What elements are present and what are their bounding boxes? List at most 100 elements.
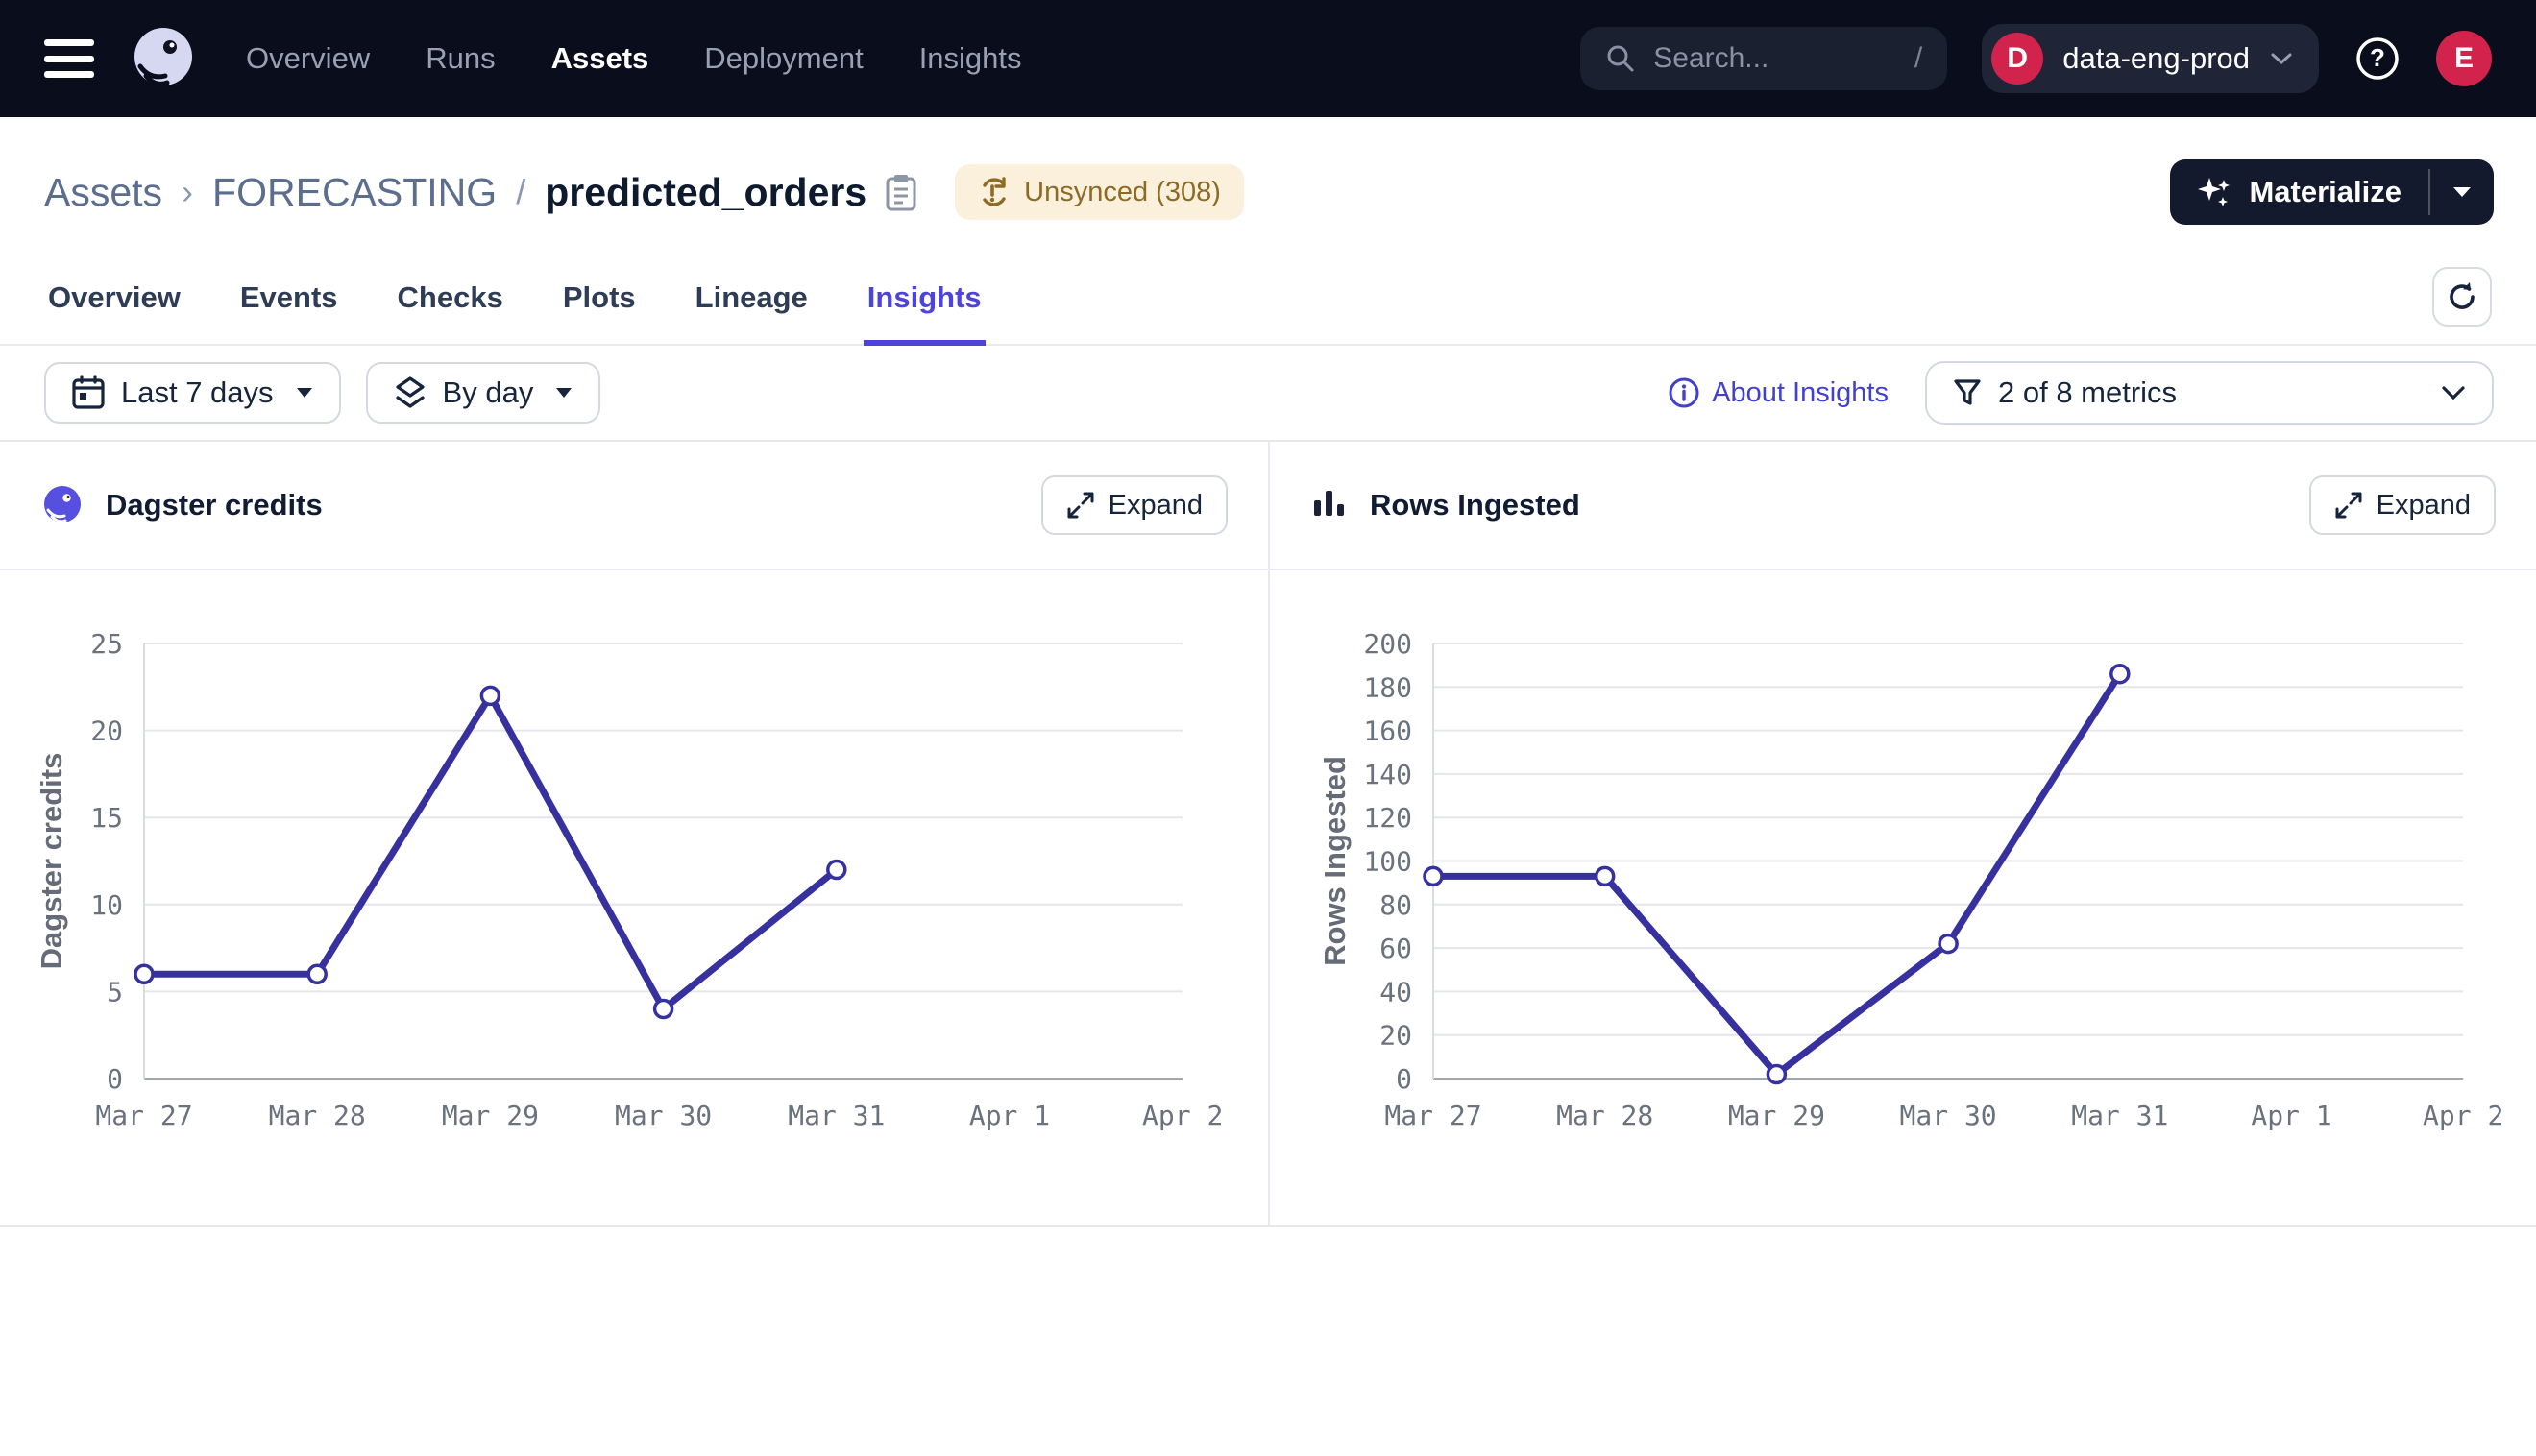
svg-text:Mar 29: Mar 29 bbox=[442, 1100, 539, 1131]
svg-text:Dagster credits: Dagster credits bbox=[35, 753, 68, 970]
filter-funnel-icon bbox=[1952, 377, 1983, 408]
breadcrumb-assets-link[interactable]: Assets bbox=[44, 170, 162, 215]
about-insights-link[interactable]: About Insights bbox=[1668, 376, 1889, 409]
svg-text:Mar 27: Mar 27 bbox=[1384, 1100, 1481, 1131]
granularity-dropdown[interactable]: By day bbox=[366, 362, 601, 424]
nav-item-assets[interactable]: Assets bbox=[551, 41, 649, 76]
line-chart-dagster-credits[interactable]: 0510152025Mar 27Mar 28Mar 29Mar 30Mar 31… bbox=[0, 570, 1268, 1225]
hamburger-menu-icon[interactable] bbox=[44, 39, 94, 78]
svg-text:80: 80 bbox=[1379, 889, 1412, 921]
status-badge-label: Unsynced (308) bbox=[1024, 177, 1221, 208]
svg-text:200: 200 bbox=[1363, 628, 1412, 660]
nav-item-insights[interactable]: Insights bbox=[919, 41, 1022, 76]
org-badge: D bbox=[1991, 33, 2043, 85]
caret-down-icon bbox=[554, 386, 573, 400]
user-avatar[interactable]: E bbox=[2436, 31, 2492, 86]
clipboard-icon bbox=[882, 171, 920, 213]
svg-text:180: 180 bbox=[1363, 671, 1412, 703]
chart-panel-rows-ingested: Rows Ingested Expand 0204060801001201401… bbox=[1268, 442, 2536, 1225]
help-icon[interactable]: ? bbox=[2353, 35, 2402, 83]
svg-text:Mar 31: Mar 31 bbox=[788, 1100, 885, 1131]
expand-icon bbox=[1066, 491, 1095, 520]
svg-text:Mar 30: Mar 30 bbox=[1900, 1100, 1997, 1131]
nav-item-deployment[interactable]: Deployment bbox=[704, 41, 863, 76]
svg-text:140: 140 bbox=[1363, 759, 1412, 790]
breadcrumb-separator: › bbox=[182, 172, 193, 212]
info-icon bbox=[1668, 376, 1700, 409]
expand-button[interactable]: Expand bbox=[2309, 475, 2496, 535]
svg-text:15: 15 bbox=[90, 802, 123, 834]
about-insights-label: About Insights bbox=[1712, 377, 1889, 409]
chevron-down-icon bbox=[2269, 50, 2294, 67]
nav-item-overview[interactable]: Overview bbox=[246, 41, 370, 76]
chart-panel-header: Dagster credits Expand bbox=[0, 442, 1268, 570]
tab-events[interactable]: Events bbox=[236, 269, 342, 344]
dagster-credits-icon bbox=[40, 483, 85, 527]
nav-right-group: Search... / D data-eng-prod ? E bbox=[1580, 24, 2492, 93]
expand-button[interactable]: Expand bbox=[1041, 475, 1228, 535]
breadcrumb-group-link[interactable]: FORECASTING bbox=[212, 170, 497, 215]
tab-checks[interactable]: Checks bbox=[394, 269, 507, 344]
chart-panel-header: Rows Ingested Expand bbox=[1270, 442, 2536, 570]
tab-lineage[interactable]: Lineage bbox=[692, 269, 812, 344]
sparkles-icon bbox=[2197, 174, 2233, 210]
caret-down-icon bbox=[295, 386, 314, 400]
svg-text:20: 20 bbox=[90, 716, 123, 747]
page-title: predicted_orders bbox=[545, 170, 866, 215]
insights-charts: Dagster credits Expand 0 5 10 15 20 25 Mar 27 M… bbox=[0, 442, 2536, 1227]
svg-text:Rows Ingested: Rows Ingested bbox=[1318, 756, 1352, 966]
materialize-dropdown-button[interactable] bbox=[2430, 159, 2494, 225]
svg-text:Mar 31: Mar 31 bbox=[2071, 1100, 2168, 1131]
refresh-button[interactable] bbox=[2432, 267, 2492, 327]
materialize-split-button: Materialize bbox=[2170, 159, 2494, 225]
bar-chart-icon bbox=[1310, 485, 1349, 525]
search-placeholder: Search... bbox=[1653, 42, 1897, 75]
svg-text:Mar 29: Mar 29 bbox=[1728, 1100, 1825, 1131]
line-chart-rows-ingested[interactable]: 020406080100120140160180200Mar 27Mar 28M… bbox=[1270, 570, 2536, 1225]
layers-icon bbox=[393, 375, 427, 411]
svg-text:?: ? bbox=[2370, 43, 2385, 72]
svg-text:Mar 27: Mar 27 bbox=[95, 1100, 192, 1131]
chevron-down-icon bbox=[2440, 384, 2467, 401]
filter-right-group: About Insights 2 of 8 metrics bbox=[1668, 361, 2494, 425]
dagster-logo-icon[interactable] bbox=[127, 22, 200, 95]
search-icon bbox=[1605, 43, 1636, 74]
svg-text:Apr 1: Apr 1 bbox=[2251, 1100, 2331, 1131]
svg-text:10: 10 bbox=[90, 889, 123, 921]
svg-text:5: 5 bbox=[107, 976, 123, 1007]
org-switcher[interactable]: D data-eng-prod bbox=[1982, 24, 2319, 93]
search-input[interactable]: Search... / bbox=[1580, 27, 1947, 90]
date-range-dropdown[interactable]: Last 7 days bbox=[44, 362, 341, 424]
org-name: data-eng-prod bbox=[2062, 41, 2250, 76]
svg-text:40: 40 bbox=[1379, 976, 1412, 1007]
svg-text:160: 160 bbox=[1363, 716, 1412, 747]
expand-label: Expand bbox=[2377, 490, 2471, 522]
svg-text:20: 20 bbox=[1379, 1020, 1412, 1052]
svg-text:25: 25 bbox=[90, 628, 123, 660]
expand-icon bbox=[2334, 491, 2363, 520]
tab-overview[interactable]: Overview bbox=[44, 269, 184, 344]
svg-text:Mar 28: Mar 28 bbox=[1556, 1100, 1653, 1131]
svg-text:Apr 2: Apr 2 bbox=[2423, 1100, 2503, 1131]
caret-down-icon bbox=[2451, 184, 2474, 200]
breadcrumb-slash: / bbox=[516, 172, 525, 212]
granularity-label: By day bbox=[443, 376, 534, 410]
materialize-button[interactable]: Materialize bbox=[2170, 159, 2428, 225]
svg-text:120: 120 bbox=[1363, 802, 1412, 834]
svg-text:0: 0 bbox=[107, 1063, 123, 1095]
svg-text:0: 0 bbox=[1396, 1063, 1412, 1095]
search-shortcut: / bbox=[1914, 42, 1922, 75]
metrics-filter-dropdown[interactable]: 2 of 8 metrics bbox=[1925, 361, 2494, 425]
top-nav: Overview Runs Assets Deployment Insights… bbox=[0, 0, 2536, 117]
tab-plots[interactable]: Plots bbox=[559, 269, 640, 344]
primary-nav: Overview Runs Assets Deployment Insights bbox=[246, 41, 1022, 76]
status-badge[interactable]: Unsynced (308) bbox=[955, 164, 1244, 220]
materialize-label: Materialize bbox=[2249, 175, 2402, 209]
nav-item-runs[interactable]: Runs bbox=[426, 41, 495, 76]
svg-text:Mar 30: Mar 30 bbox=[615, 1100, 712, 1131]
sync-alert-icon bbox=[978, 176, 1011, 208]
tab-insights[interactable]: Insights bbox=[864, 269, 986, 344]
copy-asset-name-button[interactable] bbox=[882, 171, 920, 213]
breadcrumb: Assets › FORECASTING / predicted_orders bbox=[44, 170, 866, 215]
svg-text:Apr 1: Apr 1 bbox=[969, 1100, 1050, 1131]
